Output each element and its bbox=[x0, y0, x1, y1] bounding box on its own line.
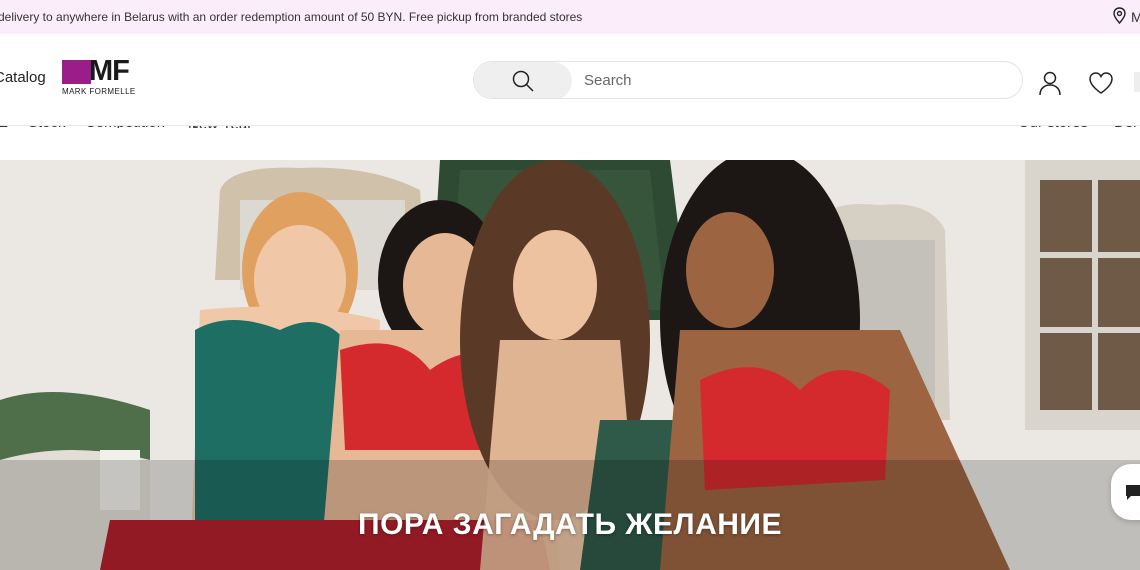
search-icon bbox=[512, 70, 534, 92]
promo-bar: delivery to anywhere in Belarus with an … bbox=[0, 0, 1140, 34]
site-header: Catalog MF MARK FORMELLE bbox=[0, 34, 1140, 126]
chat-button[interactable] bbox=[1111, 464, 1140, 520]
logo-subtitle: MARK FORMELLE bbox=[62, 87, 136, 96]
logo-mark bbox=[62, 60, 91, 84]
hero-title: ПОРА ЗАГАДАТЬ ЖЕЛАНИЕ bbox=[358, 508, 782, 541]
heart-icon bbox=[1089, 72, 1113, 94]
search-button[interactable] bbox=[474, 62, 572, 98]
chat-icon bbox=[1126, 485, 1140, 500]
catalog-button[interactable]: Catalog bbox=[0, 69, 46, 86]
header-overflow-item bbox=[1134, 72, 1140, 92]
search-bar bbox=[473, 61, 1023, 99]
wishlist-button[interactable] bbox=[1088, 70, 1114, 96]
hero-banner[interactable]: ПОРА ЗАГАДАТЬ ЖЕЛАНИЕ bbox=[0, 160, 1140, 570]
location-pin-icon bbox=[1112, 7, 1127, 27]
logo[interactable]: MF MARK FORMELLE bbox=[62, 55, 156, 97]
promo-text: delivery to anywhere in Belarus with an … bbox=[0, 10, 583, 24]
logo-letters: MF bbox=[89, 55, 130, 87]
location-selector[interactable]: M bbox=[1112, 7, 1140, 27]
location-label: M bbox=[1131, 9, 1140, 25]
account-button[interactable] bbox=[1037, 70, 1063, 96]
search-input[interactable] bbox=[584, 62, 1014, 98]
user-icon bbox=[1039, 71, 1061, 96]
